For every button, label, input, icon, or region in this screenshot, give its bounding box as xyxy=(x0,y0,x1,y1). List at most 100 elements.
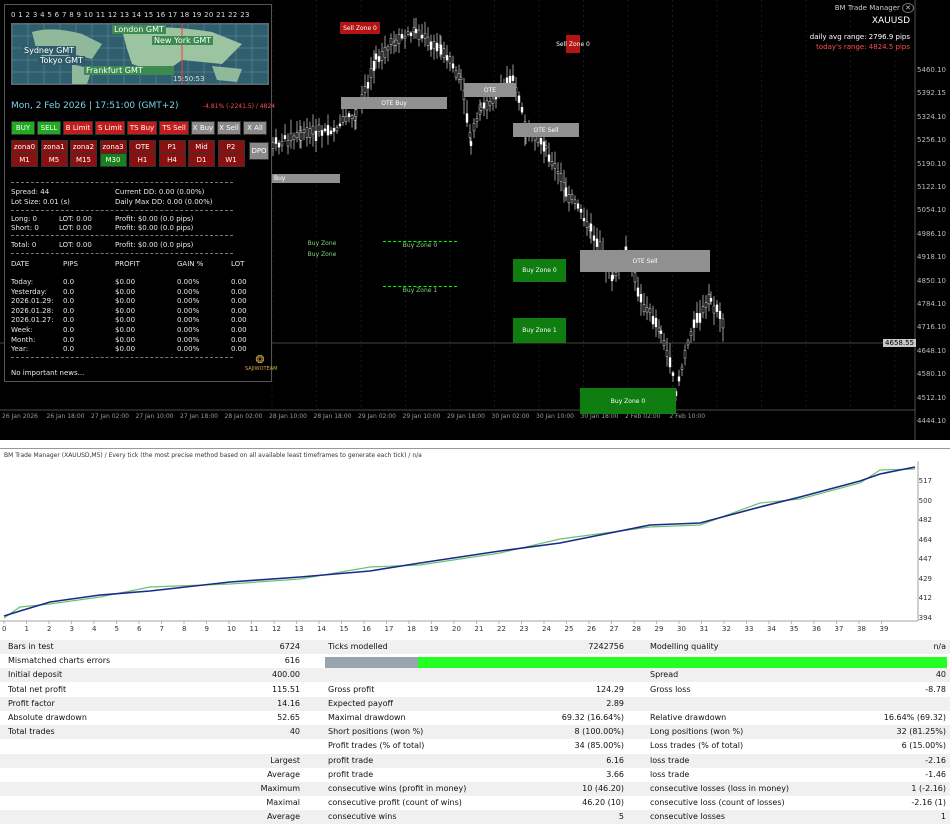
btn-zona0[interactable]: zona0 xyxy=(11,140,38,154)
stats-cell: Largest xyxy=(270,755,300,765)
stats-cell: -8.78 xyxy=(925,684,946,694)
btn-ts-buy[interactable]: TS Buy xyxy=(127,121,157,135)
graph-x-label: 30 xyxy=(677,625,686,633)
long-lot: LOT: 0.00 xyxy=(59,215,92,223)
graph-x-label: 12 xyxy=(272,625,281,633)
stats-cell: 400.00 xyxy=(272,670,300,680)
perf-cell: 0.0 xyxy=(63,297,75,306)
price-axis-label: 4580.10 xyxy=(917,370,946,379)
perf-cell: 0.0 xyxy=(63,335,75,344)
btn-zona1[interactable]: zona1 xyxy=(40,140,68,154)
time-axis-label: 28 Jan 02:00 xyxy=(224,413,263,420)
perf-cell: 0.00% xyxy=(177,316,200,325)
graph-x-label: 34 xyxy=(767,625,776,633)
btn-p2[interactable]: P2 xyxy=(217,140,245,154)
price-chart[interactable]: 5460.10 5392.15 5324.10 5256.10 5190.10 5122.… xyxy=(0,0,950,440)
graph-x-label: 18 xyxy=(407,625,416,633)
graph-x-label: 22 xyxy=(497,625,506,633)
perf-cell: 2026.01.29: xyxy=(11,297,54,306)
london-session: London GMT xyxy=(112,25,166,34)
long-count: Long: 0 xyxy=(11,215,37,223)
perf-cell: 0.00% xyxy=(177,326,200,334)
btn-zona3[interactable]: zona3 xyxy=(99,140,127,154)
perf-cell: Month: xyxy=(11,335,36,344)
graph-y-label: 482 xyxy=(918,516,932,524)
stats-cell: Maximum xyxy=(260,784,300,793)
perf-cell: 0.00% xyxy=(177,306,200,315)
perf-cell: $0.00 xyxy=(115,335,136,344)
sydney-session: Sydney GMT xyxy=(22,46,77,55)
stats-row: Largest profit trade 6.16 loss trade -2.16 xyxy=(0,753,950,768)
stats-cell: 5 xyxy=(618,812,624,822)
btn-tf-h1[interactable]: H1 xyxy=(129,153,156,167)
btn-sell[interactable]: SELL xyxy=(37,121,61,135)
btn-zona2[interactable]: zona2 xyxy=(70,140,97,154)
perf-cell: 0.0 xyxy=(63,345,75,354)
graph-x-label: 13 xyxy=(294,625,304,633)
btn-tf-m15[interactable]: M15 xyxy=(70,153,97,167)
stats-cell: consecutive loss (count of losses) xyxy=(650,798,785,808)
perf-cell: 2026.01.27: xyxy=(11,316,54,325)
daily-max-dd: Daily Max DD: 0.00 (0.00%) xyxy=(115,198,213,206)
btn-x-all[interactable]: X All xyxy=(243,121,267,135)
btn-b-limit[interactable]: B Limit xyxy=(63,121,93,135)
close-icon[interactable]: ✕ xyxy=(902,3,914,13)
btn-x-buy[interactable]: X Buy xyxy=(191,121,215,135)
time-axis-label: 29 Jan 18:00 xyxy=(447,413,485,420)
perf-cell: 0.0 xyxy=(63,326,75,334)
stats-cell: Spread xyxy=(650,670,679,680)
perf-col-header: GAIN % xyxy=(177,260,204,268)
graph-x-label: 31 xyxy=(699,625,709,633)
todays-range: today's range: 4824.5 pips xyxy=(816,43,910,51)
btn-ote[interactable]: OTE xyxy=(129,140,156,154)
stats-cell: Maximal drawdown xyxy=(328,713,406,722)
price-axis-label: 4444.10 xyxy=(917,417,946,425)
graph-x-label: 11 xyxy=(249,625,259,633)
btn-s-limit[interactable]: S Limit xyxy=(95,121,125,135)
price-axis-label: 5122.10 xyxy=(917,183,946,191)
current-price-tag: 4658.55 xyxy=(883,339,916,347)
btn-tf-m30[interactable]: M30 xyxy=(99,153,127,167)
current-dd: Current DD: 0.00 (0.00%) xyxy=(115,188,205,196)
btn-x-sell[interactable]: X Sell xyxy=(217,121,241,135)
btn-buy[interactable]: BUY xyxy=(11,121,35,135)
btn-tf-d1[interactable]: D1 xyxy=(188,153,215,167)
dpo-button[interactable]: DPO xyxy=(249,142,269,160)
perf-col-header: LOT xyxy=(231,260,245,268)
newyork-session: New York GMT xyxy=(152,36,214,45)
time-axis-label: 28 Jan 10:00 xyxy=(269,413,307,420)
stats-cell: Loss trades (% of total) xyxy=(650,741,744,751)
perf-cell: 0.00 xyxy=(231,316,247,325)
btn-tf-h4[interactable]: H4 xyxy=(158,153,186,167)
stats-cell: 69.32 (16.64%) xyxy=(561,713,624,722)
btn-tf-m1[interactable]: M1 xyxy=(11,153,38,167)
btn-tf-w1[interactable]: W1 xyxy=(217,153,245,167)
btn-ts-sell[interactable]: TS Sell xyxy=(159,121,189,135)
graph-x-label: 35 xyxy=(789,625,799,633)
btn-mid[interactable]: Mid xyxy=(188,140,215,154)
stats-cell: Bars in test xyxy=(8,642,54,651)
long-profit: Profit: $0.00 (0.0 pips) xyxy=(115,215,194,223)
price-axis-label: 5392.15 xyxy=(917,89,946,98)
stats-cell: Relative drawdown xyxy=(650,713,727,722)
short-lot: LOT: 0.00 xyxy=(59,224,92,232)
stats-cell: consecutive profit (count of wins) xyxy=(328,798,462,808)
stats-cell: Expected payoff xyxy=(328,698,393,708)
stats-cell: Absolute drawdown xyxy=(8,713,87,722)
sell-zone-0: Sell Zone 0 xyxy=(340,22,380,34)
perf-cell: 0.0 xyxy=(63,287,75,296)
stats-cell: 8 (100.00%) xyxy=(574,727,624,737)
perf-col-header: PROFIT xyxy=(115,260,140,268)
stats-cell: Mismatched charts errors xyxy=(8,656,111,666)
graph-x-label: 33 xyxy=(744,625,754,633)
perf-col-header: DATE xyxy=(11,260,30,268)
stats-row: Total trades 40 Short positions (won %) 8 (… xyxy=(0,725,950,740)
stats-row: Average profit trade 3.66 loss trade -1.46 xyxy=(0,768,950,782)
world-session-map: London GMT New York GMT Sydney GMT Tokyo… xyxy=(11,23,269,85)
graph-x-label: 28 xyxy=(632,625,641,633)
btn-tf-m5[interactable]: M5 xyxy=(40,153,68,167)
buy-zone-label: Buy Zone xyxy=(307,250,337,258)
buy-zone-1: Buy Zone 1 xyxy=(513,318,566,343)
btn-p1[interactable]: P1 xyxy=(158,140,186,154)
buy-zone-label: Buy Zone xyxy=(307,239,337,247)
